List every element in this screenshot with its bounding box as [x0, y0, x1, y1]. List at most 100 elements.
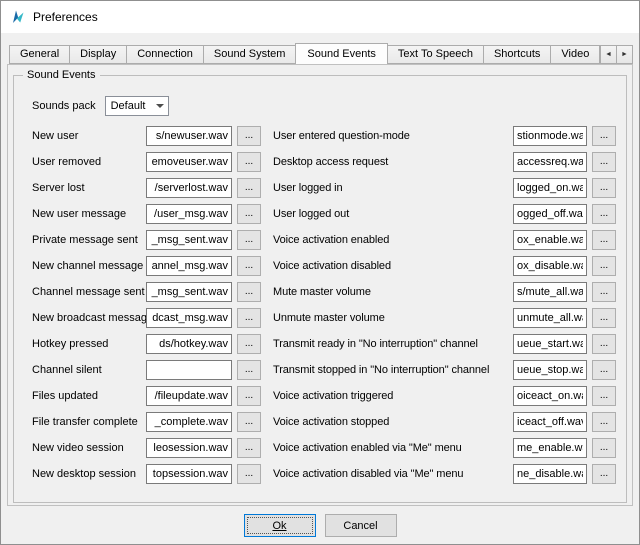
sound-file-input[interactable]: [146, 230, 232, 250]
ok-button[interactable]: Ok: [244, 514, 316, 537]
browse-button[interactable]: ...: [237, 152, 261, 172]
tab-scroll-buttons: ◄ ►: [601, 45, 633, 64]
sound-file-input[interactable]: [513, 360, 587, 380]
sound-event-label: New broadcast message: [32, 312, 146, 324]
sound-event-row: Voice activation triggered...: [273, 386, 618, 406]
sound-event-label: Mute master volume: [273, 286, 513, 298]
sound-events-groupbox: Sound Events Sounds pack Default New use…: [13, 75, 627, 503]
browse-button[interactable]: ...: [592, 308, 616, 328]
sound-event-row: Voice activation enabled via "Me" menu..…: [273, 438, 618, 458]
browse-button[interactable]: ...: [237, 334, 261, 354]
tab-text-to-speech[interactable]: Text To Speech: [387, 45, 484, 64]
sound-file-input[interactable]: [146, 282, 232, 302]
sound-event-label: User logged in: [273, 182, 513, 194]
sound-file-input[interactable]: [513, 386, 587, 406]
browse-button[interactable]: ...: [237, 282, 261, 302]
sound-event-label: Voice activation enabled: [273, 234, 513, 246]
sound-event-row: New broadcast message...: [32, 308, 265, 328]
browse-button[interactable]: ...: [237, 204, 261, 224]
tab-sound-system[interactable]: Sound System: [203, 45, 297, 64]
sound-file-input[interactable]: [146, 334, 232, 354]
tab-connection[interactable]: Connection: [126, 45, 204, 64]
sound-file-input[interactable]: [513, 152, 587, 172]
browse-button[interactable]: ...: [592, 464, 616, 484]
dialog-footer: Ok Cancel: [1, 506, 639, 545]
browse-button[interactable]: ...: [592, 178, 616, 198]
sound-file-input[interactable]: [146, 438, 232, 458]
sounds-pack-select[interactable]: Default: [105, 96, 169, 116]
tab-video[interactable]: Video: [550, 45, 600, 64]
sound-event-label: Channel silent: [32, 364, 146, 376]
sound-file-input[interactable]: [513, 256, 587, 276]
title-bar[interactable]: Preferences: [1, 1, 639, 33]
browse-button[interactable]: ...: [237, 256, 261, 276]
browse-button[interactable]: ...: [592, 230, 616, 250]
sound-file-input[interactable]: [146, 256, 232, 276]
tab-pane: Sound Events Sounds pack Default New use…: [7, 64, 633, 506]
tab-shortcuts[interactable]: Shortcuts: [483, 45, 551, 64]
sound-event-row: New desktop session...: [32, 464, 265, 484]
cancel-button[interactable]: Cancel: [325, 514, 397, 537]
browse-button[interactable]: ...: [237, 230, 261, 250]
sound-file-input[interactable]: [146, 152, 232, 172]
browse-button[interactable]: ...: [592, 256, 616, 276]
sound-event-columns: New user...User removed...Server lost...…: [32, 126, 618, 490]
sound-event-row: New video session...: [32, 438, 265, 458]
browse-button[interactable]: ...: [237, 308, 261, 328]
tab-scroll-right-button[interactable]: ►: [616, 45, 633, 64]
sound-file-input[interactable]: [146, 386, 232, 406]
tab-display[interactable]: Display: [69, 45, 127, 64]
browse-button[interactable]: ...: [237, 178, 261, 198]
tab-sound-events[interactable]: Sound Events: [295, 43, 388, 64]
groupbox-title: Sound Events: [23, 69, 100, 81]
sound-event-row: New user message...: [32, 204, 265, 224]
browse-button[interactable]: ...: [592, 412, 616, 432]
browse-button[interactable]: ...: [237, 386, 261, 406]
sound-file-input[interactable]: [146, 360, 232, 380]
sound-file-input[interactable]: [513, 282, 587, 302]
browse-button[interactable]: ...: [592, 386, 616, 406]
sound-file-input[interactable]: [513, 412, 587, 432]
sound-file-input[interactable]: [146, 308, 232, 328]
sound-file-input[interactable]: [513, 334, 587, 354]
sound-file-input[interactable]: [146, 464, 232, 484]
sound-event-label: Voice activation enabled via "Me" menu: [273, 442, 513, 454]
sound-file-input[interactable]: [513, 126, 587, 146]
browse-button[interactable]: ...: [237, 438, 261, 458]
sound-event-row: Server lost...: [32, 178, 265, 198]
tab-general[interactable]: General: [9, 45, 70, 64]
browse-button[interactable]: ...: [592, 126, 616, 146]
browse-button[interactable]: ...: [237, 360, 261, 380]
sound-file-input[interactable]: [146, 412, 232, 432]
sound-file-input[interactable]: [513, 308, 587, 328]
browse-button[interactable]: ...: [592, 334, 616, 354]
preferences-window: Preferences GeneralDisplayConnectionSoun…: [0, 0, 640, 545]
sound-event-row: Mute master volume...: [273, 282, 618, 302]
browse-button[interactable]: ...: [592, 282, 616, 302]
browse-button[interactable]: ...: [237, 126, 261, 146]
sound-event-label: New desktop session: [32, 468, 146, 480]
sound-file-input[interactable]: [513, 230, 587, 250]
sound-file-input[interactable]: [146, 204, 232, 224]
sound-file-input[interactable]: [513, 178, 587, 198]
browse-button[interactable]: ...: [237, 464, 261, 484]
sound-event-label: Channel message sent: [32, 286, 146, 298]
browse-button[interactable]: ...: [237, 412, 261, 432]
browse-button[interactable]: ...: [592, 152, 616, 172]
sound-file-input[interactable]: [513, 464, 587, 484]
sound-file-input[interactable]: [146, 126, 232, 146]
sound-event-row: Files updated...: [32, 386, 265, 406]
sound-event-label: Files updated: [32, 390, 146, 402]
sound-file-input[interactable]: [513, 204, 587, 224]
browse-button[interactable]: ...: [592, 438, 616, 458]
tab-scroll-left-button[interactable]: ◄: [600, 45, 617, 64]
sounds-pack-row: Sounds pack Default: [32, 96, 618, 116]
sound-event-label: Server lost: [32, 182, 146, 194]
browse-button[interactable]: ...: [592, 204, 616, 224]
sound-event-row: Channel message sent...: [32, 282, 265, 302]
sound-event-row: Desktop access request...: [273, 152, 618, 172]
browse-button[interactable]: ...: [592, 360, 616, 380]
sound-event-row: New user...: [32, 126, 265, 146]
sound-file-input[interactable]: [513, 438, 587, 458]
sound-file-input[interactable]: [146, 178, 232, 198]
